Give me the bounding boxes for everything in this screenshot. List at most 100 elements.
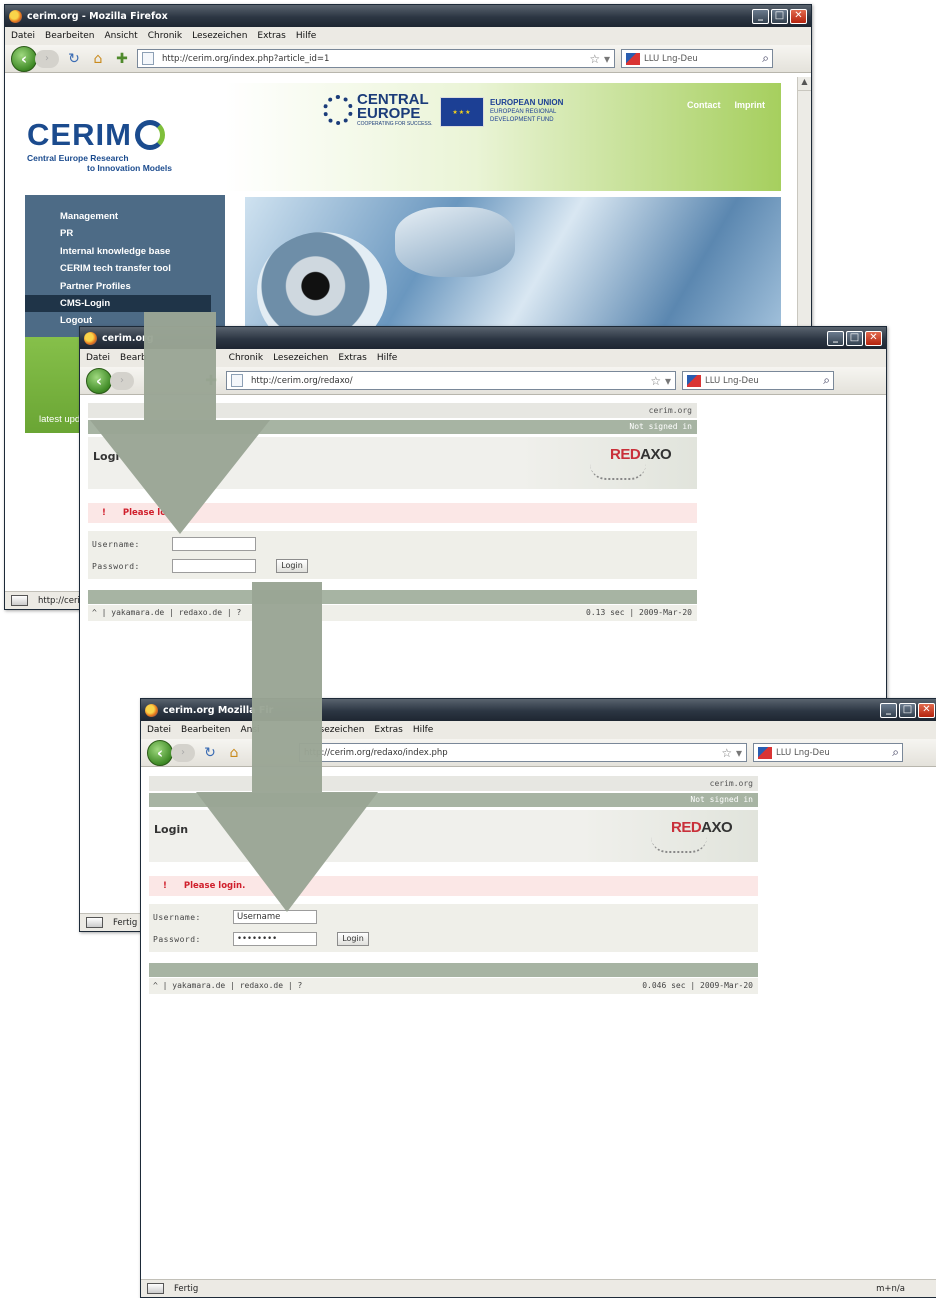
menu-ansicht[interactable]: Ansicht	[104, 31, 137, 41]
url-text: http://cerim.org/index.php?article_id=1	[162, 53, 330, 64]
search-box[interactable]: LLU Lng-Deu ⌕	[621, 49, 773, 68]
back-button[interactable]: ‹	[11, 45, 37, 72]
password-input[interactable]: ••••••••	[233, 932, 317, 946]
contact-link[interactable]: Contact	[687, 100, 721, 110]
home-icon[interactable]: ⌂	[89, 50, 107, 68]
maximize-button[interactable]: □	[771, 8, 788, 24]
title-bar[interactable]: cerim.org - Mozilla Firefox _ □ ✕	[5, 5, 811, 27]
page-title: Login	[154, 823, 189, 836]
menu-chronik[interactable]: Chronik	[148, 31, 182, 41]
search-engine-icon[interactable]	[626, 52, 640, 65]
close-button[interactable]: ✕	[865, 330, 882, 346]
redaxo-logo-dark: AXO	[701, 819, 733, 836]
menu-datei[interactable]: Datei	[147, 725, 171, 735]
menu-hilfe[interactable]: Hilfe	[377, 353, 397, 363]
search-box[interactable]: LLU Lng-Deu ⌕	[682, 371, 834, 390]
footer-timing: 0.13 sec | 2009-Mar-20	[586, 608, 692, 617]
warning-icon: !	[163, 881, 167, 891]
forward-button[interactable]: ›	[35, 49, 59, 68]
footer-bar	[149, 963, 758, 977]
password-input[interactable]	[172, 559, 256, 573]
eu-label: EUROPEAN UNION EUROPEAN REGIONAL DEVELOP…	[490, 98, 563, 124]
minimize-button[interactable]: _	[880, 702, 897, 718]
back-button[interactable]: ‹	[147, 739, 173, 766]
menu-item-knowledge-base[interactable]: Internal knowledge base	[25, 243, 225, 260]
search-icon[interactable]: ⌕	[762, 51, 772, 66]
status-right-text: m+n/a	[876, 1283, 905, 1294]
url-bar[interactable]: http://cerim.org/index.php?article_id=1 …	[137, 49, 615, 68]
footer-bar	[88, 590, 697, 604]
star-icon[interactable]: ☆ ▾	[650, 374, 675, 388]
close-button[interactable]: ✕	[790, 8, 807, 24]
scroll-up-icon[interactable]: ▲	[798, 77, 811, 91]
ce-logo-tagline: COOPERATING FOR SUCCESS.	[357, 121, 433, 127]
search-engine-label: LLU Lng-Deu	[776, 747, 830, 758]
status-text: Fertig	[174, 1283, 199, 1294]
status-page-icon	[11, 595, 28, 606]
eu-line1: EUROPEAN REGIONAL	[490, 109, 557, 115]
central-europe-logo: CENTRAL EUROPE COOPERATING FOR SUCCESS.	[323, 92, 433, 127]
search-icon[interactable]: ⌕	[892, 745, 902, 760]
search-engine-icon[interactable]	[758, 746, 772, 759]
eu-flag-icon: ★★★	[440, 97, 484, 127]
cerim-tagline-1: Central Europe Research	[27, 153, 129, 163]
menu-lesezeichen[interactable]: Lesezeichen	[192, 31, 247, 41]
imprint-link[interactable]: Imprint	[735, 100, 766, 110]
menu-bar: Datei Bearbeiten Ansicht Chronik Lesezei…	[5, 27, 811, 45]
menu-datei[interactable]: Datei	[11, 31, 35, 41]
footer: ^ | yakamara.de | redaxo.de | ? 0.046 se…	[149, 978, 758, 994]
cerim-ring-icon	[134, 120, 165, 150]
footer-timing: 0.046 sec | 2009-Mar-20	[642, 981, 753, 990]
redaxo-logo-dark: AXO	[640, 446, 672, 463]
menu-item-management[interactable]: Management	[25, 208, 225, 225]
login-button[interactable]: Login	[276, 559, 308, 573]
cerim-logo[interactable]: CERIM Central Europe Research to Innovat…	[27, 117, 172, 173]
menu-item-tech-transfer[interactable]: CERIM tech transfer tool	[25, 260, 225, 277]
bookmark-add-icon[interactable]: ✚	[113, 50, 131, 68]
maximize-button[interactable]: □	[846, 330, 863, 346]
latest-updates-label: latest upd	[39, 414, 81, 425]
firefox-icon	[145, 703, 158, 717]
footer: ^ | yakamara.de | redaxo.de | ? 0.13 sec…	[88, 605, 697, 621]
redaxo-logo: REDAXO	[520, 437, 697, 489]
menu-hilfe[interactable]: Hilfe	[413, 725, 433, 735]
menu-item-partner-profiles[interactable]: Partner Profiles	[25, 278, 225, 295]
status-page-icon	[147, 1283, 164, 1294]
menu-extras[interactable]: Extras	[257, 31, 285, 41]
minimize-button[interactable]: _	[827, 330, 844, 346]
star-icon[interactable]: ☆ ▾	[589, 52, 614, 66]
search-icon[interactable]: ⌕	[823, 373, 833, 388]
login-button[interactable]: Login	[337, 932, 369, 946]
microscope-arm-image	[395, 207, 515, 277]
minimize-button[interactable]: _	[752, 8, 769, 24]
navigation-toolbar: ‹ › ↻ ⌂ ✚ http://cerim.org/index.php?art…	[5, 45, 811, 73]
search-box[interactable]: LLU Lng-Deu ⌕	[753, 743, 903, 762]
redaxo-swirl-icon	[590, 464, 646, 480]
cerim-logo-text: CERIM	[27, 117, 132, 152]
redaxo-logo: REDAXO	[581, 810, 758, 862]
search-engine-label: LLU Lng-Deu	[644, 53, 698, 64]
redaxo-logo-red: RED	[610, 446, 641, 463]
ce-logo-line2: EUROPE	[357, 105, 421, 122]
status-bar: Fertig m+n/a	[141, 1279, 936, 1297]
redaxo-swirl-icon	[651, 837, 707, 853]
microscope-photo	[245, 197, 781, 352]
close-button[interactable]: ✕	[918, 702, 935, 718]
star-icon[interactable]: ☆ ▾	[721, 746, 746, 760]
menu-item-cms-login[interactable]: CMS-Login	[25, 294, 211, 313]
password-label: Password:	[153, 935, 201, 944]
maximize-button[interactable]: □	[899, 702, 916, 718]
menu-extras[interactable]: Extras	[338, 353, 366, 363]
redaxo-logo-red: RED	[671, 819, 702, 836]
status-text: Fertig	[113, 917, 138, 928]
menu-bearbeiten[interactable]: Bearbeiten	[45, 31, 94, 41]
menu-hilfe[interactable]: Hilfe	[296, 31, 316, 41]
menu-item-pr[interactable]: PR	[25, 225, 225, 242]
search-engine-icon[interactable]	[687, 374, 701, 387]
eu-line2: DEVELOPMENT FUND	[490, 117, 554, 123]
reload-icon[interactable]: ↻	[65, 50, 83, 68]
password-label: Password:	[92, 562, 140, 571]
down-arrow-1	[90, 312, 270, 534]
footer-links[interactable]: ^ | yakamara.de | redaxo.de | ?	[153, 981, 302, 990]
page-icon	[142, 52, 154, 65]
